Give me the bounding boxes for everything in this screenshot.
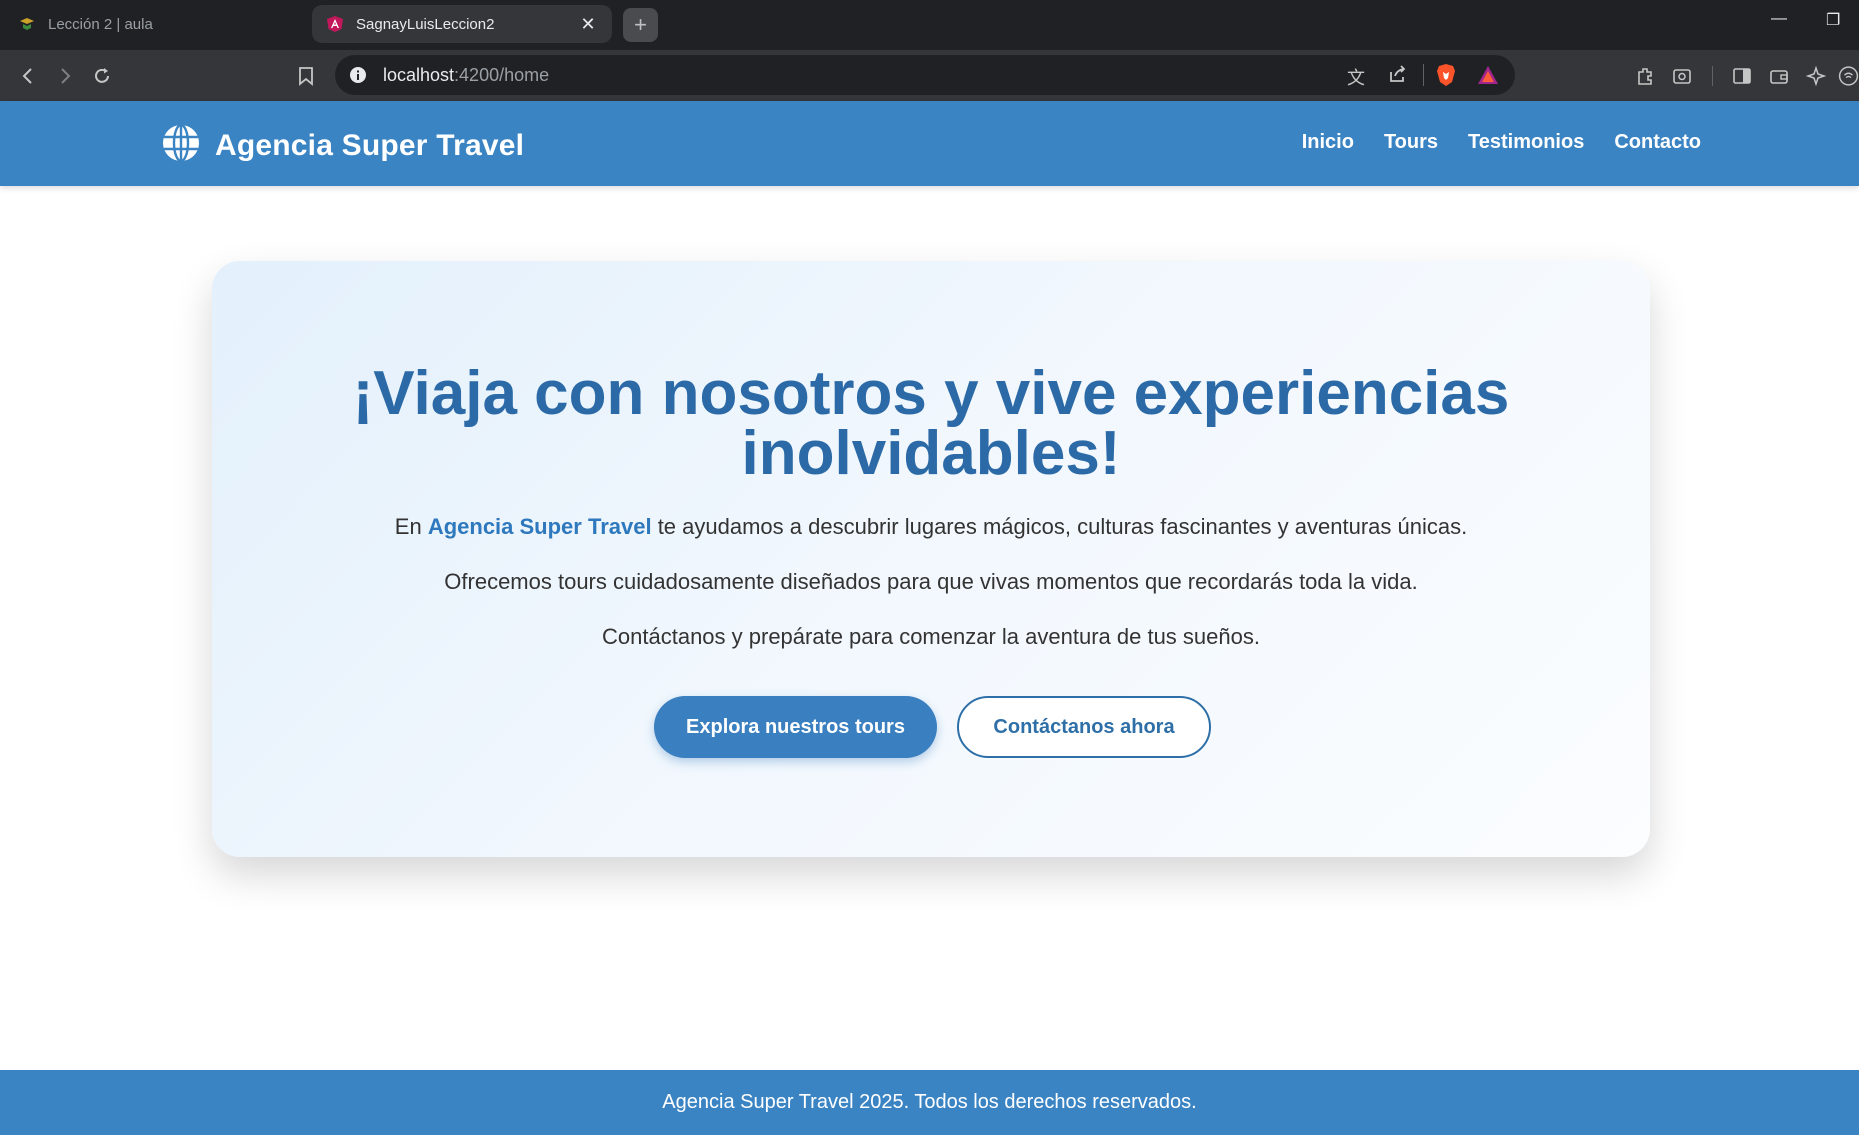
tab-leccion-aula[interactable]: Lección 2 | aula [4,5,304,43]
brand[interactable]: Agencia Super Travel [161,123,524,168]
hero-intro-text: En Agencia Super Travel te ayudamos a de… [212,514,1650,540]
brand-name: Agencia Super Travel [215,128,525,162]
sidebar-icon[interactable] [1729,63,1755,89]
site-navbar: Agencia Super Travel Inicio Tours Testim… [0,101,1859,186]
browser-toolbar: localhost:4200/home 文 [0,50,1859,101]
leo-ai-icon[interactable] [1803,63,1829,89]
intro-prefix: En [394,514,428,539]
new-tab-button[interactable]: + [623,8,658,42]
tab-title: Lección 2 | aula [48,15,153,33]
main-nav: Inicio Tours Testimonios Contacto [1302,131,1701,154]
aula-favicon-icon [18,15,36,33]
globe-icon [161,123,201,168]
reload-icon[interactable] [89,63,115,89]
intro-suffix: te ayudamos a descubrir lugares mágicos,… [651,514,1468,539]
address-bar[interactable]: localhost:4200/home 文 [335,55,1515,95]
tab-sagnay-luis-leccion2[interactable]: SagnayLuisLeccion2 ✕ [312,5,612,43]
bookmark-icon[interactable] [293,63,319,89]
brave-rewards-icon[interactable] [1477,65,1499,90]
vpn-icon[interactable] [1838,63,1859,89]
brave-shields-icon[interactable] [1435,63,1457,92]
site-info-icon[interactable] [349,66,367,89]
forward-icon[interactable] [52,63,78,89]
url-host: localhost [383,65,455,85]
extensions-icon[interactable] [1632,63,1658,89]
tab-title: SagnayLuisLeccion2 [356,15,495,33]
footer-copyright: Agencia Super Travel 2025. Todos los der… [662,1091,1197,1113]
hero-offer-text: Ofrecemos tours cuidadosamente diseñados… [444,569,1418,594]
wallet-icon[interactable] [1766,63,1792,89]
explore-tours-button[interactable]: Explora nuestros tours [654,696,937,758]
hero-title: ¡Viaja con nosotros y vive experiencias … [352,359,1510,488]
browser-tabstrip: Lección 2 | aula SagnayLuisLeccion2 ✕ + … [0,0,1859,50]
nav-link-tours[interactable]: Tours [1384,131,1438,154]
url-path: :4200/home [454,65,550,85]
nav-link-contacto[interactable]: Contacto [1614,131,1701,154]
brand-highlight: Agencia Super Travel [427,514,652,539]
contact-now-button[interactable]: Contáctanos ahora [957,696,1211,758]
back-icon[interactable] [15,63,41,89]
divider [1423,64,1424,86]
site-footer: Agencia Super Travel 2025. Todos los der… [0,1070,1859,1135]
divider [1712,66,1713,86]
nav-link-inicio[interactable]: Inicio [1302,131,1354,154]
share-icon[interactable] [1388,64,1408,89]
translate-icon[interactable]: 文 [1347,64,1365,90]
angular-favicon-icon [326,15,344,33]
minimize-window-icon[interactable]: — [1771,10,1787,28]
nav-link-testimonios[interactable]: Testimonios [1468,131,1584,154]
hero-card: ¡Viaja con nosotros y vive experiencias … [212,261,1650,857]
restore-window-icon[interactable]: ❐ [1826,10,1840,30]
hero-contact-text: Contáctanos y prepárate para comenzar la… [602,624,1260,649]
close-tab-icon[interactable]: ✕ [578,14,598,35]
url-text: localhost:4200/home [383,65,549,86]
tab-search-icon[interactable] [1669,63,1695,89]
